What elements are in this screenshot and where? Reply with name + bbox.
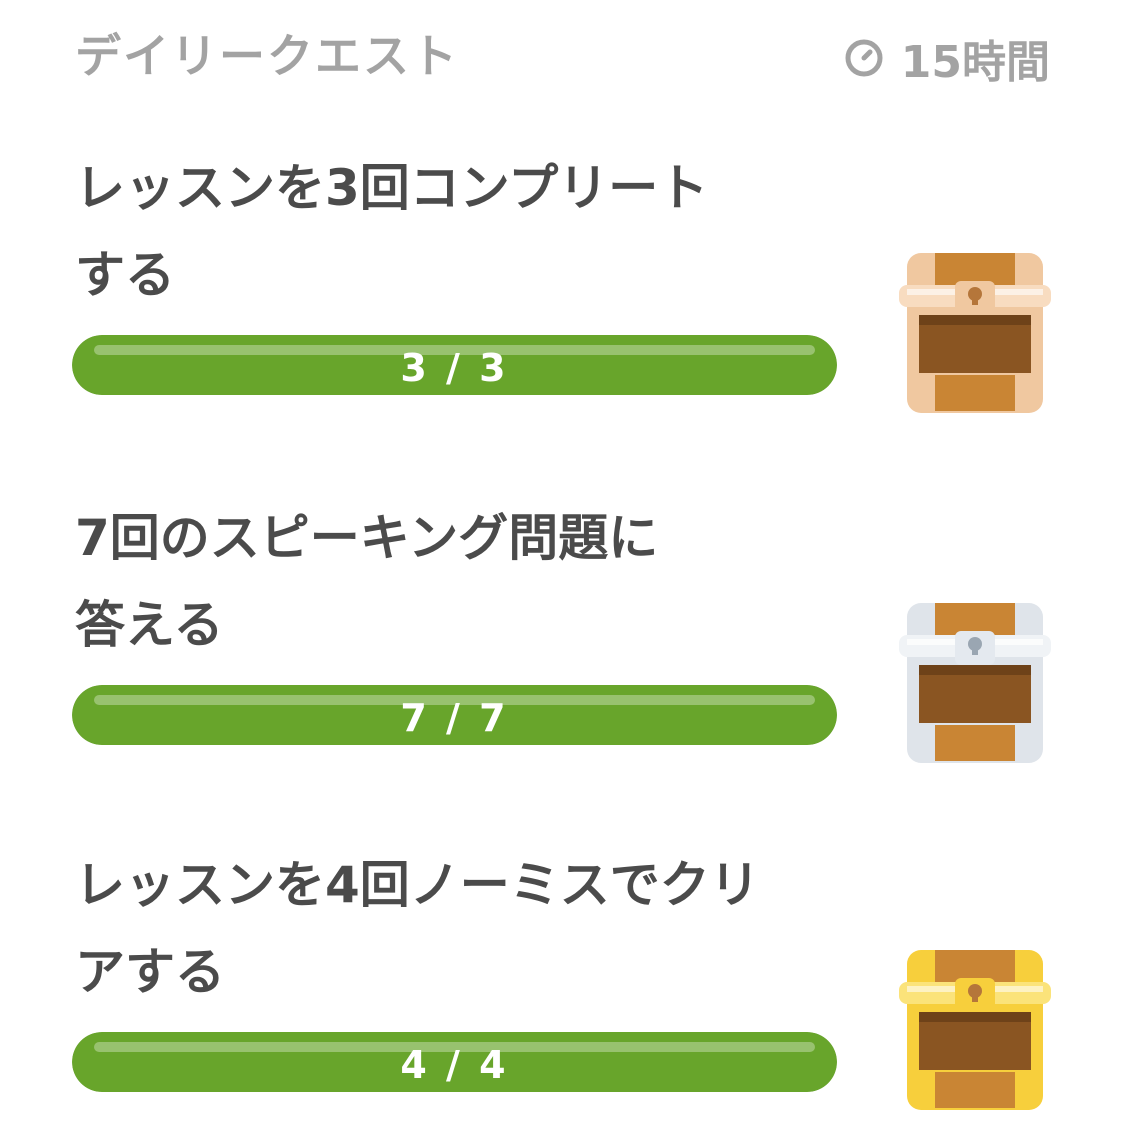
quest-progress-label: 3 / 3 [400,346,509,390]
quest-progress-bar: 4 / 4 [72,1032,837,1092]
time-remaining-text: 15時間 [900,37,1050,88]
quest-title-line2: 答える [75,596,224,654]
quest-progress-bar: 3 / 3 [72,335,837,395]
daily-quests-title: デイリークエスト [75,29,459,83]
bronze-chest-icon[interactable] [895,245,1055,415]
quest-item-lessons[interactable]: レッスンを3回コンプリート する 3 / 3 [0,145,1125,445]
timer-icon [845,39,883,77]
quest-progress-label: 7 / 7 [400,696,509,740]
quest-title: レッスンを4回ノーミスでクリ アする [75,842,795,1016]
gold-chest-icon[interactable] [895,942,1055,1112]
quest-item-speaking[interactable]: 7回のスピーキング問題に 答える 7 / 7 [0,495,1125,795]
quest-title-line2: する [75,246,175,304]
quest-title-line1: 7回のスピーキング問題に [75,509,659,567]
quest-progress-bar: 7 / 7 [72,685,837,745]
daily-quests-header: デイリークエスト 15時間 [0,0,1125,100]
quest-title-line1: レッスンを3回コンプリート [75,159,709,217]
silver-chest-icon[interactable] [895,595,1055,765]
quest-title: 7回のスピーキング問題に 答える [75,495,795,669]
quest-progress-label: 4 / 4 [400,1043,509,1087]
quest-title: レッスンを3回コンプリート する [75,145,795,319]
quest-item-no-mistakes[interactable]: レッスンを4回ノーミスでクリ アする 4 / 4 [0,842,1125,1142]
quest-title-line2: アする [75,943,225,1001]
quest-title-line1: レッスンを4回ノーミスでクリ [75,856,760,914]
time-remaining: 15時間 [843,26,1050,90]
